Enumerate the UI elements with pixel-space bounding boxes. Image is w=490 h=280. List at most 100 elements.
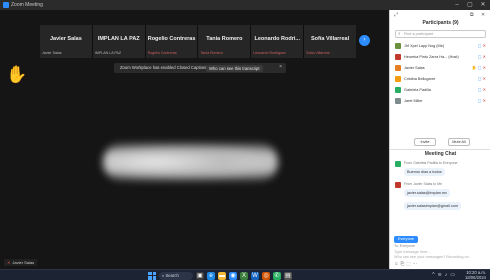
participant-status: ▢ ✕ xyxy=(477,87,486,92)
excel-icon[interactable]: X xyxy=(240,271,248,280)
participant-row[interactable]: Jhf Xpel Lapp Nog (Me) ▢ ✕ xyxy=(395,41,486,52)
muted-mic-icon: ✕ xyxy=(7,260,11,265)
edge-icon[interactable]: e xyxy=(207,271,215,280)
participant-name: Cristina Bellugarre xyxy=(404,77,436,81)
video-tile[interactable]: Tania Romero Tania Romero xyxy=(198,25,251,58)
chat-message-text: javier.salas@implan.mx xyxy=(404,189,450,197)
raised-hand-icon: ✋ xyxy=(6,65,28,84)
zoom-taskbar-icon[interactable]: ◉ xyxy=(229,271,237,280)
chat-input[interactable]: Type message here... Who can see your me… xyxy=(394,250,486,260)
video-area: ✋ Javier Salas Javier Salas IMPLAN LA PA… xyxy=(0,10,388,269)
clock[interactable]: 10:20 a.m. 18/06/2024 xyxy=(465,270,486,280)
video-tile-label-muted: Sofía Villarreal xyxy=(306,51,330,55)
chat-hint: Who can see your messages? Recording on xyxy=(394,255,469,259)
mute-all-button[interactable]: Mute All xyxy=(448,138,470,146)
collapse-icon[interactable]: ⤢ xyxy=(394,12,398,18)
captions-banner-link[interactable]: Who can see this transcript xyxy=(206,64,263,72)
participants-title: Participants (9) xyxy=(422,20,459,26)
participant-name: Javier Salas xyxy=(404,66,425,70)
participant-row[interactable]: Jaret Miller ▢ ✕ xyxy=(395,96,486,107)
captions-banner-text: Zoom Workplace has enabled Closed Captio… xyxy=(120,65,211,70)
video-tile[interactable]: Javier Salas Javier Salas xyxy=(40,25,92,58)
participant-search-input[interactable]: ⌕ Find a participant xyxy=(395,30,486,38)
word-icon[interactable]: W xyxy=(251,271,259,280)
participant-status: ▢ ✕ xyxy=(477,43,486,48)
close-icon[interactable]: ✕ xyxy=(481,12,485,18)
participant-row[interactable]: Javier Salas ✋ ▢ ✕ xyxy=(395,63,486,74)
participant-status: ▢ ✕ xyxy=(477,98,486,103)
chat-message-text: javier.salasimplan@gmail.com xyxy=(404,202,462,210)
video-tile[interactable]: Leonardo Rodri... Leonardo Rodriguez xyxy=(251,25,304,58)
video-tile-name: IMPLAN LA PAZ xyxy=(97,36,140,42)
avatar xyxy=(395,54,401,60)
taskbar-apps: ⌕ Search ▣ e ▬ ◉ X W ◎ ✆ ▤ xyxy=(148,271,292,280)
video-tile[interactable]: Sofía Villarreal Sofía Villarreal xyxy=(304,25,356,58)
more-icon[interactable]: ⋯ xyxy=(412,261,419,266)
next-page-button[interactable]: › xyxy=(359,35,370,46)
system-tray: ^≋♪▭ xyxy=(432,272,458,278)
participant-row[interactable]: Heureka Pinto Zarra Ha... (Host) ▢ ✕ xyxy=(395,52,486,63)
zoom-window: Zoom Meeting – ▢ ✕ ✋ Javier Salas Javier… xyxy=(0,0,490,280)
windows-start-icon[interactable] xyxy=(148,271,156,280)
participant-actions: Invite Mute All xyxy=(390,138,490,147)
video-tile-label-muted: Rogelio Contreras xyxy=(147,51,177,55)
avatar xyxy=(395,98,401,104)
photos-icon[interactable]: ▤ xyxy=(284,271,292,280)
chat-recipient-label: To: Everyone xyxy=(394,244,415,248)
window-title: Zoom Meeting xyxy=(11,2,43,8)
file-explorer-icon[interactable]: ▬ xyxy=(218,271,226,280)
whatsapp-icon[interactable]: ✆ xyxy=(273,271,281,280)
zoom-app-icon xyxy=(3,2,9,8)
participant-video-strip: Javier Salas Javier Salas IMPLAN LA PAZ … xyxy=(40,25,356,58)
participant-name: Heureka Pinto Zarra Ha... (Host) xyxy=(404,55,459,59)
captions-banner: Zoom Workplace has enabled Closed Captio… xyxy=(114,63,286,73)
wifi-icon[interactable]: ≋ xyxy=(438,272,445,278)
video-tile[interactable]: IMPLAN LA PAZ IMPLAN LA PAZ xyxy=(92,25,145,58)
avatar xyxy=(395,182,401,188)
participant-name: Jhf Xpel Lapp Nog (Me) xyxy=(404,44,445,48)
chat-title: Meeting Chat xyxy=(390,149,490,158)
chrome-icon[interactable]: ◎ xyxy=(262,271,270,280)
side-panel: ⤢ ⧉ ✕ Participants (9) ⌕ Find a particip… xyxy=(389,10,490,269)
chat-message-text: Buenos días a todos xyxy=(404,168,445,176)
participant-name: Gabriela Padilla xyxy=(404,88,431,92)
avatar xyxy=(395,65,401,71)
participant-row[interactable]: Cristina Bellugarre ▢ ✕ xyxy=(395,74,486,85)
video-tile-name: Tania Romero xyxy=(206,36,243,42)
close-window-button[interactable]: ✕ xyxy=(478,1,488,9)
chat-message-sender: From Gabriela Padilla to Everyone xyxy=(404,161,458,165)
maximize-button[interactable]: ▢ xyxy=(465,1,475,9)
video-tile-label: Javier Salas xyxy=(42,51,62,55)
chat-recipient-button[interactable]: Everyone xyxy=(394,236,419,243)
participant-status: ▢ ✕ xyxy=(477,54,486,59)
raised-hand-icon: ✋ xyxy=(471,65,477,70)
search-icon: ⌕ xyxy=(398,31,401,36)
taskbar-search[interactable]: ⌕ Search xyxy=(159,271,193,280)
participant-status: ✋ ▢ ✕ xyxy=(471,65,486,70)
windows-taskbar: ⌕ Search ▣ e ▬ ◉ X W ◎ ✆ ▤ ^≋♪▭ 10:20 a.… xyxy=(0,269,490,280)
video-tile-label-muted: Leonardo Rodriguez xyxy=(253,51,286,55)
task-view-icon[interactable]: ▣ xyxy=(196,271,204,280)
participant-status: ▢ ✕ xyxy=(477,76,486,81)
video-tile-label-muted: Tania Romero xyxy=(200,51,223,55)
close-icon[interactable]: × xyxy=(279,64,282,70)
chat-toolbar: ☺⎘⬚⋯ xyxy=(394,261,419,267)
video-tile-name: Javier Salas xyxy=(50,36,82,42)
avatar xyxy=(395,43,401,49)
minimize-button[interactable]: – xyxy=(452,1,462,9)
self-view-name: Javier Salas xyxy=(12,260,35,265)
emoji-icon[interactable]: ☺ xyxy=(394,261,401,266)
video-tile-label: IMPLAN LA PAZ xyxy=(94,51,122,55)
search-placeholder: Find a participant xyxy=(404,32,434,36)
avatar xyxy=(395,87,401,93)
participant-row[interactable]: Gabriela Padilla ▢ ✕ xyxy=(395,85,486,96)
self-view-label: ✕ Javier Salas xyxy=(4,259,38,266)
battery-icon[interactable]: ▭ xyxy=(450,272,458,278)
video-tile[interactable]: Rogelio Contreras Rogelio Contreras xyxy=(145,25,198,58)
video-tile-name: Rogelio Contreras xyxy=(147,36,196,42)
chat-message-sender: From Javier Salas to Me xyxy=(404,182,442,186)
video-tile-name: Leonardo Rodri... xyxy=(254,36,300,42)
title-bar: Zoom Meeting – ▢ ✕ xyxy=(0,0,490,10)
popout-icon[interactable]: ⧉ xyxy=(470,12,474,18)
invite-button[interactable]: Invite xyxy=(414,138,436,146)
